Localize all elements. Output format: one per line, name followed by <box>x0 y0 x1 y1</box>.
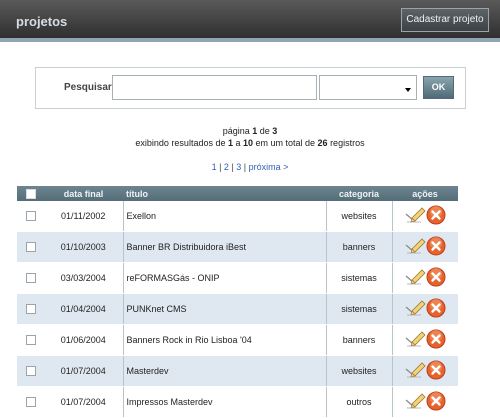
table-header-row: data final título categoria ações <box>17 186 458 201</box>
row-select-cell <box>17 293 44 325</box>
delete-x-icon[interactable] <box>426 267 446 289</box>
row-select-cell <box>17 355 44 387</box>
row-title: Exellon <box>122 201 327 232</box>
row-title: PUNKnet CMS <box>122 293 327 325</box>
row-select-cell <box>17 201 44 232</box>
row-actions <box>392 355 458 387</box>
pagination: 1 | 2 | 3 | próxima > <box>211 162 289 172</box>
delete-x-icon[interactable] <box>426 329 446 351</box>
row-date: 01/06/2004 <box>44 324 123 356</box>
row-checkbox[interactable] <box>25 366 36 377</box>
total-pages: 3 <box>272 126 278 136</box>
table-row: 01/07/2004 Masterdev websites <box>17 355 458 387</box>
row-date: 01/07/2004 <box>44 355 123 387</box>
pencil-paper-icon[interactable] <box>404 392 426 412</box>
row-checkbox[interactable] <box>25 242 36 253</box>
header-strip <box>0 38 500 42</box>
row-date: 01/07/2004 <box>44 386 123 418</box>
row-title: Banners Rock in Rio Lisboa '04 <box>122 324 327 356</box>
pencil-paper-icon[interactable] <box>404 299 426 319</box>
projects-table: data final título categoria ações 01/11/… <box>17 186 458 418</box>
table-row: 01/06/2004 Banners Rock in Rio Lisboa '04… <box>17 324 458 356</box>
pencil-paper-icon[interactable] <box>404 237 426 257</box>
row-checkbox[interactable] <box>25 304 36 315</box>
row-select-cell <box>17 262 44 294</box>
select-all-checkbox[interactable] <box>25 188 36 199</box>
table-row: 01/04/2004 PUNKnet CMS sistemas <box>17 293 458 325</box>
delete-x-icon[interactable] <box>426 298 446 320</box>
row-title: Impressos Masterdev <box>122 386 327 418</box>
total-records: 26 <box>317 138 328 148</box>
row-select-cell <box>17 324 44 356</box>
row-actions <box>392 324 458 356</box>
table-row: 01/07/2004 Impressos Masterdev outros <box>17 386 458 418</box>
row-date: 01/11/2002 <box>44 201 123 232</box>
row-date: 01/04/2004 <box>44 293 123 325</box>
row-actions <box>392 386 458 418</box>
row-category: websites <box>326 201 393 232</box>
row-title: Banner BR Distribuidora iBest <box>122 231 327 263</box>
pencil-paper-icon[interactable] <box>404 361 426 381</box>
row-title: Masterdev <box>122 355 327 387</box>
row-date: 03/03/2004 <box>44 262 123 294</box>
row-actions <box>392 262 458 294</box>
row-checkbox[interactable] <box>25 211 36 222</box>
column-header-actions: ações <box>392 186 458 201</box>
delete-x-icon[interactable] <box>426 236 446 258</box>
row-checkbox[interactable] <box>25 397 36 408</box>
row-select-cell <box>17 231 44 263</box>
search-submit-button[interactable]: OK <box>423 76 454 99</box>
delete-x-icon[interactable] <box>426 205 446 227</box>
row-category: banners <box>326 324 393 356</box>
search-input[interactable] <box>112 75 317 100</box>
table-row: 01/11/2002 Exellon websites <box>17 201 458 232</box>
row-actions <box>392 201 458 232</box>
row-category: websites <box>326 355 393 387</box>
table-row: 03/03/2004 reFORMASGás - ONIP sistemas <box>17 262 458 294</box>
row-checkbox[interactable] <box>25 273 36 284</box>
row-category: outros <box>326 386 393 418</box>
chevron-down-icon <box>405 88 411 92</box>
row-actions <box>392 293 458 325</box>
page-indicator: página 1 de 3 <box>222 126 278 136</box>
category-select[interactable] <box>319 75 417 100</box>
row-title: reFORMASGás - ONIP <box>122 262 327 294</box>
delete-x-icon[interactable] <box>426 360 446 382</box>
row-category: sistemas <box>326 262 393 294</box>
page-header: projetos Cadastrar projeto <box>0 0 500 38</box>
search-panel: Pesquisar OK <box>35 67 466 109</box>
next-page-link[interactable]: próxima > <box>249 162 289 172</box>
pencil-paper-icon[interactable] <box>404 268 426 288</box>
results-summary: exibindo resultados de 1 a 10 em um tota… <box>135 138 365 148</box>
row-actions <box>392 231 458 263</box>
row-category: sistemas <box>326 293 393 325</box>
column-header-date[interactable]: data final <box>44 186 123 201</box>
row-category: banners <box>326 231 393 263</box>
page-title: projetos <box>16 14 68 29</box>
row-date: 01/10/2003 <box>44 231 123 263</box>
row-checkbox[interactable] <box>25 335 36 346</box>
pencil-paper-icon[interactable] <box>404 206 426 226</box>
pencil-paper-icon[interactable] <box>404 330 426 350</box>
select-all-cell <box>17 186 44 201</box>
row-select-cell <box>17 386 44 418</box>
column-header-title[interactable]: título <box>123 186 326 201</box>
new-project-button[interactable]: Cadastrar projeto <box>401 8 489 32</box>
search-label: Pesquisar <box>64 82 112 93</box>
column-header-category[interactable]: categoria <box>326 186 392 201</box>
table-row: 01/10/2003 Banner BR Distribuidora iBest b… <box>17 231 458 263</box>
